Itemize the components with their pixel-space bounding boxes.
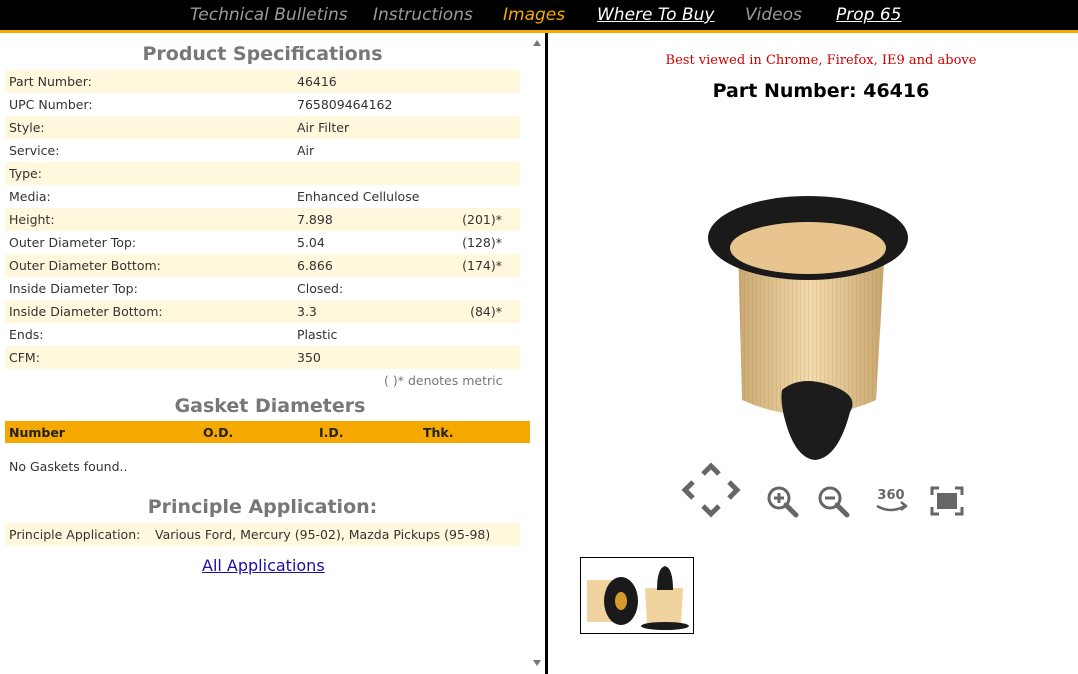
spec-value: 7.898 xyxy=(297,212,333,227)
spec-row-ends: Ends: Plastic xyxy=(5,323,520,346)
spec-row-outer-diameter-bottom: Outer Diameter Bottom: 6.866 (174)* xyxy=(5,254,520,277)
spec-row-style: Style: Air Filter xyxy=(5,116,520,139)
thumbnail-image xyxy=(587,566,689,630)
spec-metric: (174)* xyxy=(462,258,502,273)
air-filter-product-image xyxy=(708,196,908,460)
spec-label: Ends: xyxy=(9,327,44,342)
spec-row-upc-number: UPC Number: 765809464162 xyxy=(5,93,520,116)
spec-row-part-number: Part Number: 46416 xyxy=(5,70,520,93)
spec-value: Enhanced Cellulose xyxy=(297,189,420,204)
rotate-360-label: 360 xyxy=(877,488,904,503)
spec-row-outer-diameter-top: Outer Diameter Top: 5.04 (128)* xyxy=(5,231,520,254)
nav-prop-65[interactable]: Prop 65 xyxy=(836,5,901,25)
spec-label: Style: xyxy=(9,120,45,135)
spec-value: Air xyxy=(297,143,315,158)
nav-videos[interactable]: Videos xyxy=(745,5,802,25)
nav-instructions[interactable]: Instructions xyxy=(373,5,473,25)
pan-arrows-icon[interactable] xyxy=(681,462,741,518)
spec-label: Type: xyxy=(9,166,42,181)
gasket-col-id: I.D. xyxy=(319,425,344,440)
principle-application-title: Principle Application: xyxy=(147,496,378,518)
spec-value: 3.3 xyxy=(297,304,317,319)
spec-value: 5.04 xyxy=(297,235,325,250)
spec-label: Height: xyxy=(9,212,55,227)
spec-value: 6.866 xyxy=(297,258,333,273)
spec-value: Closed: xyxy=(297,281,344,296)
scroll-up-arrow[interactable] xyxy=(533,40,541,46)
gasket-col-od: O.D. xyxy=(203,425,234,440)
application-value: Various Ford, Mercury (95-02), Mazda Pic… xyxy=(155,527,491,542)
nav-images[interactable]: Images xyxy=(503,5,565,25)
gasket-diameters-title: Gasket Diameters xyxy=(174,395,366,417)
browser-note: Best viewed in Chrome, Firefox, IE9 and … xyxy=(665,53,977,68)
spec-metric: (128)* xyxy=(462,235,502,250)
scroll-down-arrow[interactable] xyxy=(533,660,541,666)
spec-label: Inside Diameter Bottom: xyxy=(9,304,163,319)
spec-label: Outer Diameter Bottom: xyxy=(9,258,161,273)
product-thumbnail[interactable] xyxy=(580,557,694,634)
gasket-col-number: Number xyxy=(9,425,65,440)
product-specifications-title: Product Specifications xyxy=(142,43,383,65)
spec-value: 350 xyxy=(297,350,321,365)
spec-label: Service: xyxy=(9,143,60,158)
spec-row-inside-diameter-top: Inside Diameter Top: Closed: xyxy=(5,277,520,300)
rotate-360-icon: 360 xyxy=(876,488,909,512)
zoom-out-icon[interactable] xyxy=(817,485,851,519)
spec-value: 765809464162 xyxy=(297,97,393,112)
fullscreen-icon[interactable] xyxy=(930,486,964,516)
nav-where-to-buy[interactable]: Where To Buy xyxy=(597,5,714,25)
metric-note: ( )* denotes metric xyxy=(384,373,503,388)
spec-label: Part Number: xyxy=(9,74,92,89)
spec-metric: (201)* xyxy=(462,212,502,227)
spec-value: Air Filter xyxy=(297,120,350,135)
zoom-in-icon[interactable] xyxy=(766,485,800,519)
nav-technical-bulletins[interactable]: Technical Bulletins xyxy=(190,5,348,25)
gasket-table-header: Number O.D. I.D. Thk. xyxy=(5,421,530,443)
all-applications-link[interactable]: All Applications xyxy=(202,556,325,575)
spec-row-type: Type: xyxy=(5,162,520,185)
spec-label: Media: xyxy=(9,189,51,204)
spec-row-cfm: CFM: 350 xyxy=(5,346,520,369)
principle-application-row: Principle Application: Various Ford, Mer… xyxy=(5,523,520,546)
rotate-360-button[interactable]: 360 xyxy=(871,484,911,518)
spec-label: Outer Diameter Top: xyxy=(9,235,137,250)
spec-value: Plastic xyxy=(297,327,338,342)
spec-metric: (84)* xyxy=(470,304,502,319)
application-label: Principle Application: xyxy=(9,527,141,542)
spec-row-height: Height: 7.898 (201)* xyxy=(5,208,520,231)
spec-row-service: Service: Air xyxy=(5,139,520,162)
spec-row-inside-diameter-bottom: Inside Diameter Bottom: 3.3 (84)* xyxy=(5,300,520,323)
viewer-part-number: Part Number: 46416 xyxy=(712,80,930,102)
spec-label: CFM: xyxy=(9,350,40,365)
no-gaskets-message: No Gaskets found.. xyxy=(9,459,128,474)
top-nav-bar: Technical Bulletins Instructions Images … xyxy=(0,0,1078,33)
spec-row-media: Media: Enhanced Cellulose xyxy=(5,185,520,208)
spec-value: 46416 xyxy=(297,74,337,89)
spec-label: UPC Number: xyxy=(9,97,93,112)
spec-label: Inside Diameter Top: xyxy=(9,281,138,296)
gasket-col-thk: Thk. xyxy=(423,425,454,440)
